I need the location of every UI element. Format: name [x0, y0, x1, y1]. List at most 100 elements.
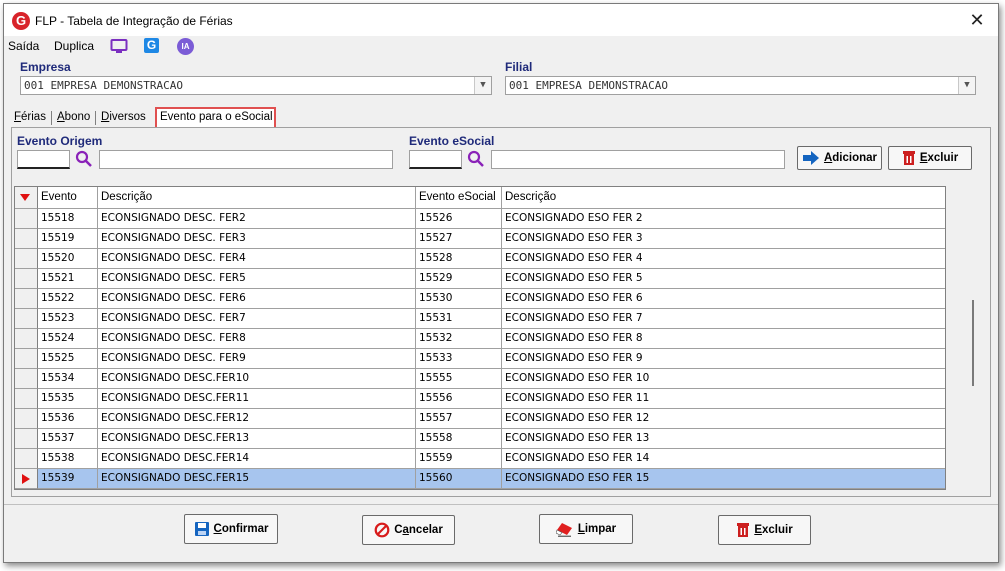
scrollbar-thumb[interactable] [972, 300, 974, 386]
cell-evento-esocial[interactable]: 15555 [416, 369, 502, 389]
table-row[interactable]: 15538 ECONSIGNADO DESC.FER14 15559 ECONSIGN… [15, 449, 945, 469]
row-indicator[interactable] [15, 369, 38, 389]
ia-icon[interactable]: IA [177, 38, 194, 55]
row-indicator[interactable] [15, 349, 38, 369]
limpar-button[interactable]: Limpar [539, 514, 633, 544]
cell-descricao[interactable]: ECONSIGNADO DESC. FER2 [98, 209, 416, 229]
cell-descricao[interactable]: ECONSIGNADO DESC. FER8 [98, 329, 416, 349]
close-icon[interactable]: ✕ [966, 10, 988, 30]
row-indicator[interactable] [15, 429, 38, 449]
table-row[interactable]: 15524 ECONSIGNADO DESC. FER8 15532 ECONSIGN… [15, 329, 945, 349]
cell-descricao-esocial[interactable]: ECONSIGNADO ESO FER 12 [502, 409, 945, 429]
table-row[interactable]: 15523 ECONSIGNADO DESC. FER7 15531 ECONSIGN… [15, 309, 945, 329]
cell-evento-esocial[interactable]: 15533 [416, 349, 502, 369]
excluir-panel-button[interactable]: Excluir [888, 146, 972, 170]
cell-descricao[interactable]: ECONSIGNADO DESC. FER9 [98, 349, 416, 369]
table-row[interactable]: 15534 ECONSIGNADO DESC.FER10 15555 ECONSIGN… [15, 369, 945, 389]
cell-descricao-esocial[interactable]: ECONSIGNADO ESO FER 7 [502, 309, 945, 329]
cell-evento[interactable]: 15523 [38, 309, 98, 329]
cell-descricao[interactable]: ECONSIGNADO DESC.FER15 [98, 469, 416, 489]
cell-descricao-esocial[interactable]: ECONSIGNADO ESO FER 3 [502, 229, 945, 249]
monitor-icon[interactable] [110, 38, 128, 54]
row-indicator[interactable] [15, 229, 38, 249]
cell-descricao-esocial[interactable]: ECONSIGNADO ESO FER 4 [502, 249, 945, 269]
cell-descricao[interactable]: ECONSIGNADO DESC. FER7 [98, 309, 416, 329]
cell-evento[interactable]: 15535 [38, 389, 98, 409]
duplica-menu[interactable]: Duplica [54, 39, 94, 53]
table-row[interactable]: 15535 ECONSIGNADO DESC.FER11 15556 ECONSIGN… [15, 389, 945, 409]
chevron-down-icon[interactable]: ▼ [474, 77, 491, 94]
table-row[interactable]: 15520 ECONSIGNADO DESC. FER4 15528 ECONSIGN… [15, 249, 945, 269]
cell-descricao-esocial[interactable]: ECONSIGNADO ESO FER 5 [502, 269, 945, 289]
evento-origem-input[interactable] [17, 150, 70, 169]
row-indicator[interactable] [15, 289, 38, 309]
cell-evento[interactable]: 15520 [38, 249, 98, 269]
table-row[interactable]: 15525 ECONSIGNADO DESC. FER9 15533 ECONSIGN… [15, 349, 945, 369]
cell-evento-esocial[interactable]: 15559 [416, 449, 502, 469]
cell-evento-esocial[interactable]: 15531 [416, 309, 502, 329]
filial-select[interactable]: 001 EMPRESA DEMONSTRACAO ▼ [505, 76, 976, 95]
cell-evento-esocial[interactable]: 15532 [416, 329, 502, 349]
row-indicator[interactable] [15, 469, 38, 489]
cell-evento-esocial[interactable]: 15556 [416, 389, 502, 409]
cell-descricao[interactable]: ECONSIGNADO DESC.FER12 [98, 409, 416, 429]
cell-descricao-esocial[interactable]: ECONSIGNADO ESO FER 9 [502, 349, 945, 369]
cell-descricao-esocial[interactable]: ECONSIGNADO ESO FER 10 [502, 369, 945, 389]
cell-descricao-esocial[interactable]: ECONSIGNADO ESO FER 14 [502, 449, 945, 469]
excluir-button[interactable]: Excluir [718, 515, 811, 545]
cell-descricao-esocial[interactable]: ECONSIGNADO ESO FER 6 [502, 289, 945, 309]
table-row[interactable]: 15536 ECONSIGNADO DESC.FER12 15557 ECONSIGN… [15, 409, 945, 429]
cell-descricao[interactable]: ECONSIGNADO DESC. FER4 [98, 249, 416, 269]
cancelar-button[interactable]: Cancelar [362, 515, 455, 545]
row-indicator[interactable] [15, 249, 38, 269]
cell-evento-esocial[interactable]: 15526 [416, 209, 502, 229]
cell-evento[interactable]: 15537 [38, 429, 98, 449]
cell-descricao[interactable]: ECONSIGNADO DESC. FER5 [98, 269, 416, 289]
search-icon[interactable] [75, 150, 93, 168]
cell-evento[interactable]: 15534 [38, 369, 98, 389]
cell-descricao-esocial[interactable]: ECONSIGNADO ESO FER 15 [502, 469, 945, 489]
tab-evento-esocial[interactable]: Evento para o eSocial [155, 107, 276, 127]
table-row[interactable]: 15522 ECONSIGNADO DESC. FER6 15530 ECONSIGN… [15, 289, 945, 309]
cell-descricao-esocial[interactable]: ECONSIGNADO ESO FER 11 [502, 389, 945, 409]
row-indicator[interactable] [15, 409, 38, 429]
row-indicator[interactable] [15, 269, 38, 289]
confirmar-button[interactable]: Confirmar [184, 514, 278, 544]
evento-esocial-input[interactable] [409, 150, 462, 169]
cell-evento[interactable]: 15524 [38, 329, 98, 349]
adicionar-button[interactable]: Adicionar [797, 146, 882, 170]
column-header-descricao-esocial[interactable]: Descrição [502, 187, 945, 209]
cell-evento-esocial[interactable]: 15527 [416, 229, 502, 249]
empresa-select[interactable]: 001 EMPRESA DEMONSTRACAO ▼ [20, 76, 492, 95]
table-row[interactable]: 15537 ECONSIGNADO DESC.FER13 15558 ECONSIGN… [15, 429, 945, 449]
cell-descricao[interactable]: ECONSIGNADO DESC.FER11 [98, 389, 416, 409]
cell-descricao-esocial[interactable]: ECONSIGNADO ESO FER 13 [502, 429, 945, 449]
table-row[interactable]: 15518 ECONSIGNADO DESC. FER2 15526 ECONSIGN… [15, 209, 945, 229]
cell-evento[interactable]: 15538 [38, 449, 98, 469]
table-row[interactable]: 15519 ECONSIGNADO DESC. FER3 15527 ECONSIGN… [15, 229, 945, 249]
tab-diversos[interactable]: Diversos [101, 111, 146, 123]
cell-evento-esocial[interactable]: 15529 [416, 269, 502, 289]
cell-evento[interactable]: 15525 [38, 349, 98, 369]
cell-descricao-esocial[interactable]: ECONSIGNADO ESO FER 8 [502, 329, 945, 349]
row-indicator[interactable] [15, 449, 38, 469]
chevron-down-icon[interactable]: ▼ [958, 77, 975, 94]
search-icon[interactable] [467, 150, 485, 168]
cell-descricao[interactable]: ECONSIGNADO DESC.FER10 [98, 369, 416, 389]
cell-evento[interactable]: 15536 [38, 409, 98, 429]
cell-descricao-esocial[interactable]: ECONSIGNADO ESO FER 2 [502, 209, 945, 229]
saida-menu[interactable]: Saída [8, 39, 39, 53]
cell-descricao[interactable]: ECONSIGNADO DESC. FER3 [98, 229, 416, 249]
cell-descricao[interactable]: ECONSIGNADO DESC.FER13 [98, 429, 416, 449]
cell-evento[interactable]: 15519 [38, 229, 98, 249]
column-header-descricao[interactable]: Descrição [98, 187, 416, 209]
cell-evento-esocial[interactable]: 15560 [416, 469, 502, 489]
tab-ferias[interactable]: Férias [14, 111, 46, 123]
cell-descricao[interactable]: ECONSIGNADO DESC. FER6 [98, 289, 416, 309]
cell-evento-esocial[interactable]: 15558 [416, 429, 502, 449]
g-app-icon[interactable]: G [144, 38, 159, 53]
row-indicator[interactable] [15, 309, 38, 329]
cell-descricao[interactable]: ECONSIGNADO DESC.FER14 [98, 449, 416, 469]
tab-abono[interactable]: Abono [57, 111, 90, 123]
table-row[interactable]: 15521 ECONSIGNADO DESC. FER5 15529 ECONSIGN… [15, 269, 945, 289]
